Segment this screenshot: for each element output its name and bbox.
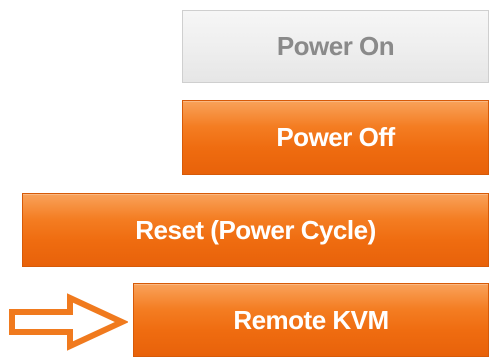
arrow-right-outline-icon xyxy=(9,293,128,351)
power-control-panel: Power On Power Off Reset (Power Cycle) R… xyxy=(0,0,489,357)
reset-power-cycle-button[interactable]: Reset (Power Cycle) xyxy=(22,193,489,267)
remote-kvm-button[interactable]: Remote KVM xyxy=(133,283,489,357)
remote-kvm-label: Remote KVM xyxy=(233,304,389,335)
reset-power-cycle-label: Reset (Power Cycle) xyxy=(135,214,376,245)
power-off-label: Power Off xyxy=(276,122,395,152)
power-off-button[interactable]: Power Off xyxy=(182,100,489,175)
power-on-label: Power On xyxy=(276,31,395,61)
power-on-button[interactable]: Power On xyxy=(182,10,489,83)
